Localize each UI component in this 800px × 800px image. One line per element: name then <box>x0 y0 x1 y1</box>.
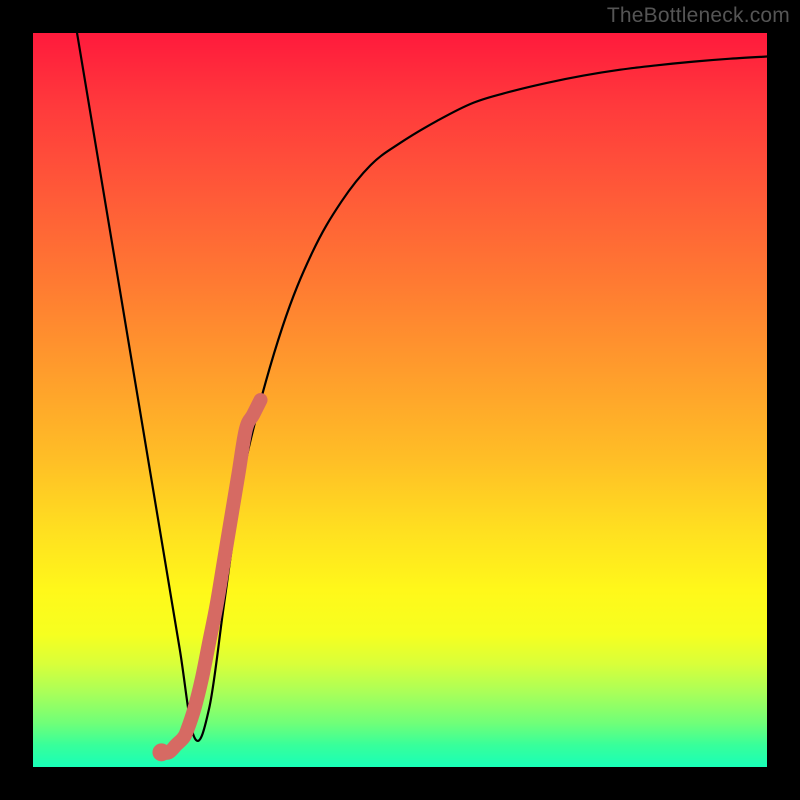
watermark-text: TheBottleneck.com <box>607 4 790 28</box>
plot-area <box>33 33 767 767</box>
chart-svg <box>33 33 767 767</box>
highlight-dot <box>152 743 170 761</box>
bottleneck-curve <box>77 33 767 741</box>
chart-frame: TheBottleneck.com <box>0 0 800 800</box>
